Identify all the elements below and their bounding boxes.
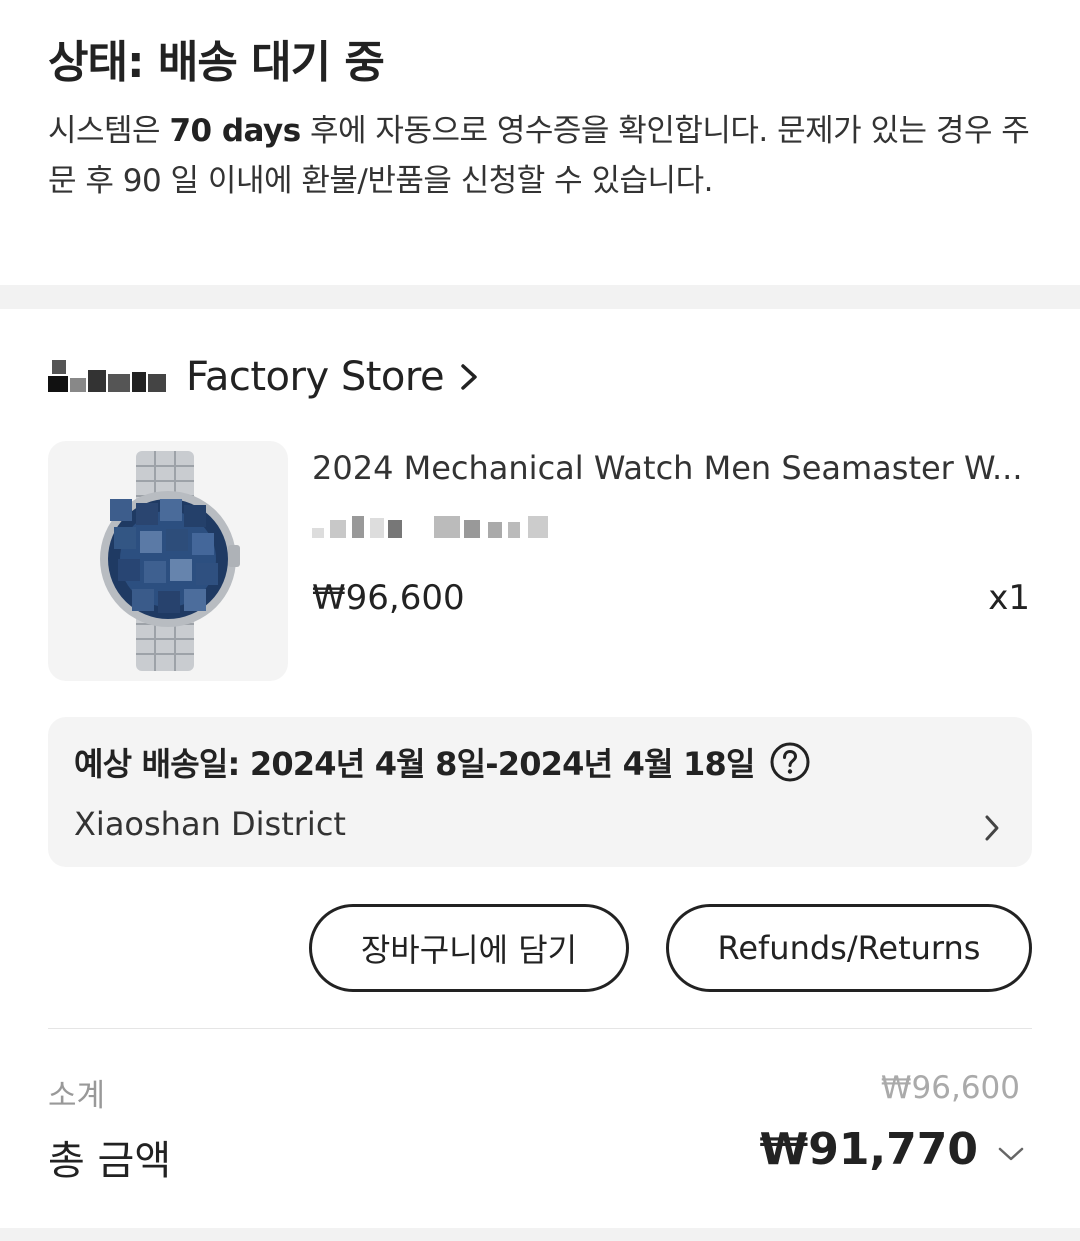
product-title[interactable]: 2024 Mechanical Watch Men Seamaster W... (312, 444, 1034, 492)
section-divider (0, 285, 1080, 309)
delivery-date-row: 예상 배송일: 2024년 4월 8일-2024년 4월 18일 (74, 739, 811, 785)
subtotal-label: 소계 (48, 1078, 106, 1114)
product-variant-blurred (312, 512, 572, 542)
status-desc-pre: 시스템은 (48, 113, 170, 149)
delivery-info-card[interactable]: 예상 배송일: 2024년 4월 8일-2024년 4월 18일 Xiaosha… (48, 717, 1032, 867)
status-desc-days: 70 days (169, 113, 301, 149)
product-quantity: x1 (988, 578, 1030, 618)
store-link[interactable]: Factory Store (48, 348, 480, 406)
total-label: 총 금액 (48, 1138, 172, 1184)
chevron-right-icon (985, 815, 999, 841)
store-name: Factory Store (186, 354, 445, 400)
status-title: 상태: 배송 대기 중 (48, 37, 385, 88)
product-price: ₩96,600 (312, 578, 465, 618)
store-logo-blurred (48, 356, 168, 398)
status-description: 시스템은 70 days 후에 자동으로 영수증을 확인합니다. 문제가 있는 … (48, 106, 1038, 206)
chevron-right-icon (461, 364, 477, 390)
status-section: 상태: 배송 대기 중 시스템은 70 days 후에 자동으로 영수증을 확인… (48, 30, 1038, 206)
estimated-delivery-label: 예상 배송일: 2024년 4월 8일-2024년 4월 18일 (74, 745, 755, 783)
total-value: ₩91,770 (759, 1124, 978, 1175)
watch-image (100, 451, 240, 671)
delivery-address: Xiaoshan District (74, 805, 346, 843)
add-to-cart-button[interactable]: 장바구니에 담기 (309, 904, 629, 992)
refunds-returns-button[interactable]: Refunds/Returns (666, 904, 1032, 992)
product-image[interactable] (48, 441, 288, 681)
subtotal-value: ₩96,600 (880, 1070, 1020, 1106)
chevron-down-icon[interactable] (996, 1144, 1026, 1164)
summary-divider (48, 1028, 1032, 1029)
bottom-divider (0, 1228, 1080, 1241)
question-circle-icon[interactable] (769, 741, 811, 783)
